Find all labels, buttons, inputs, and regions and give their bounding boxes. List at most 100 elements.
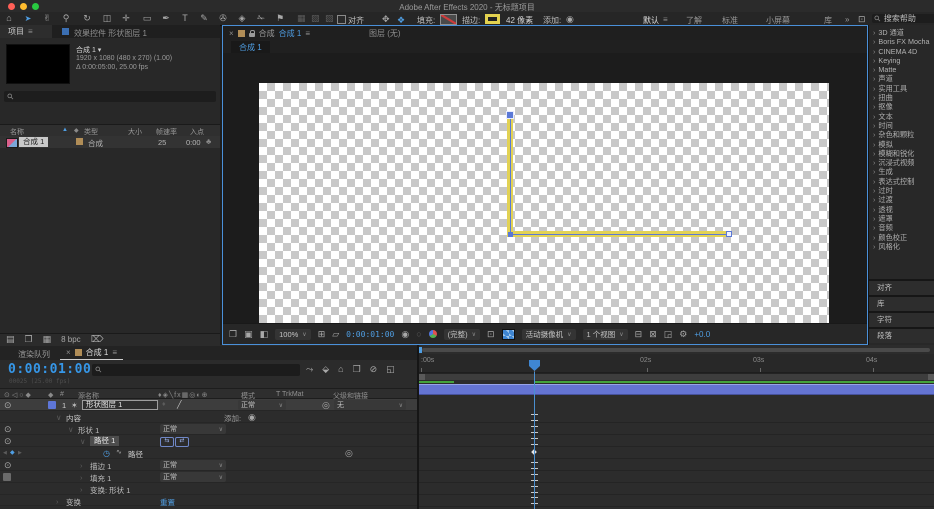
effect-category-item[interactable]: CINEMA 4D: [869, 47, 934, 56]
effect-category-item[interactable]: 沉浸式视频: [869, 158, 934, 167]
effect-category-item[interactable]: 过时: [869, 186, 934, 195]
pixel-aspect-correction-icon[interactable]: ⊟: [635, 329, 643, 339]
timeline-navigator-bar[interactable]: [422, 348, 930, 352]
next-keyframe-icon[interactable]: ▶: [18, 450, 22, 456]
expression-icon[interactable]: ◎: [345, 448, 353, 458]
draft-3d-icon[interactable]: ⬙: [322, 365, 329, 374]
resolution-dropdown[interactable]: (完整): [443, 328, 481, 340]
path-group-name-selected[interactable]: 路径 1: [90, 436, 120, 446]
shape-blend-mode-dropdown[interactable]: 正常: [160, 424, 226, 434]
effect-category-item[interactable]: 抠像: [869, 102, 934, 111]
current-timecode[interactable]: 0:00:01:00: [8, 362, 91, 377]
caret-closed-icon[interactable]: ›: [80, 461, 83, 470]
workspace-switcher-icon[interactable]: ⊡: [858, 15, 866, 24]
composition-canvas[interactable]: [259, 83, 829, 323]
current-time-indicator-line[interactable]: [534, 372, 535, 509]
effect-category-item[interactable]: 模拟: [869, 140, 934, 149]
zoom-tool[interactable]: ⚲: [59, 14, 73, 23]
tab-timeline-comp[interactable]: 合成 1: [60, 346, 124, 360]
tab-effect-controls[interactable]: 效果控件 形状图层 1: [74, 28, 147, 39]
effect-category-item[interactable]: 3D 通道: [869, 28, 934, 37]
caret-open-icon[interactable]: ∨: [80, 437, 86, 446]
flowchart-icon[interactable]: ⚙: [679, 329, 687, 339]
column-index[interactable]: #: [60, 391, 64, 398]
layer-blend-mode-dropdown[interactable]: 正常: [238, 400, 286, 410]
type-tool[interactable]: T: [178, 14, 192, 23]
magnification-dropdown[interactable]: 100%: [275, 328, 311, 340]
frame-blending-icon[interactable]: ❒: [353, 365, 361, 374]
snap-align-checkbox[interactable]: [337, 15, 346, 24]
eraser-tool[interactable]: ◈: [235, 14, 249, 23]
viewer-comp-name[interactable]: 合成 1: [279, 28, 302, 39]
sort-ascending-icon[interactable]: ▲: [62, 127, 68, 133]
tab-layer-viewer[interactable]: 图层 (无): [369, 28, 401, 39]
layer-duration-bar[interactable]: [419, 384, 934, 395]
delete-item-icon[interactable]: ⌦: [91, 335, 104, 344]
path-vertex-selected[interactable]: [506, 111, 514, 119]
orbit-camera-tool[interactable]: ↻: [80, 14, 94, 23]
timeline-search-field[interactable]: ⚲: [92, 364, 300, 376]
effect-category-item[interactable]: 音频: [869, 223, 934, 232]
navigator-start-handle[interactable]: [419, 347, 422, 353]
layer-name-field[interactable]: 形状图层 1: [82, 400, 158, 410]
work-area-bar[interactable]: [419, 373, 934, 380]
parent-link-dropdown[interactable]: 无: [334, 400, 406, 410]
effect-category-item[interactable]: Keying: [869, 56, 934, 65]
fill-blend-mode-dropdown[interactable]: 正常: [160, 472, 226, 482]
roto-brush-tool[interactable]: ✁: [254, 14, 268, 23]
close-tab-icon[interactable]: [66, 348, 71, 357]
share-view-icon[interactable]: ◧: [260, 329, 269, 339]
effect-category-item[interactable]: 遮罩: [869, 214, 934, 223]
effect-category-item[interactable]: 表达式控制: [869, 177, 934, 186]
exposure-value[interactable]: +0.0: [694, 330, 710, 339]
column-trkmat[interactable]: T TrkMat: [276, 391, 303, 398]
caret-closed-icon[interactable]: ›: [80, 473, 83, 482]
graph-include-icon[interactable]: ∿: [116, 449, 122, 456]
comp-info-title[interactable]: 合成 1 ▾: [76, 45, 101, 55]
stroke-color-swatch[interactable]: [485, 14, 500, 24]
effect-category-item[interactable]: 时间: [869, 121, 934, 130]
collapsed-panel-header[interactable]: 对齐: [869, 279, 934, 295]
effect-category-item[interactable]: 扭曲: [869, 93, 934, 102]
caret-closed-icon[interactable]: ›: [56, 497, 59, 506]
panel-menu-icon[interactable]: [112, 348, 117, 357]
effect-category-item[interactable]: 实用工具: [869, 84, 934, 93]
effect-category-item[interactable]: 风格化: [869, 242, 934, 251]
label-color-swatch[interactable]: [76, 138, 83, 145]
snapshot-icon[interactable]: ◉: [401, 329, 409, 339]
brush-tool[interactable]: ✎: [197, 14, 211, 23]
transform-reset-link[interactable]: 重置: [160, 497, 175, 508]
group-row-transform[interactable]: › 变换 重置: [0, 495, 417, 508]
effect-category-item[interactable]: 透视: [869, 205, 934, 214]
caret-open-icon[interactable]: ∨: [56, 413, 62, 422]
panel-menu-icon[interactable]: [305, 29, 310, 38]
collapsed-panel-header[interactable]: 库: [869, 295, 934, 311]
effect-category-item[interactable]: 过渡: [869, 195, 934, 204]
property-row-path[interactable]: ◀ ◆ ▶ ◷ ∿ 路径 ◎: [0, 447, 417, 459]
effect-category-item[interactable]: 颜色校正: [869, 233, 934, 242]
fast-previews-icon[interactable]: ⊠: [649, 329, 657, 339]
grid-guides-icon[interactable]: ⊞: [318, 329, 326, 339]
view-layout-dropdown[interactable]: 1 个视图: [582, 328, 628, 340]
project-search-field[interactable]: ⚲: [4, 91, 216, 102]
new-composition-icon[interactable]: ▦: [43, 335, 52, 344]
stroke-blend-mode-dropdown[interactable]: 正常: [160, 460, 226, 470]
eye-icon[interactable]: ⊙: [4, 425, 12, 434]
viewer-timecode[interactable]: 0:00:01:00: [346, 330, 394, 339]
new-folder-icon[interactable]: ❐: [25, 335, 33, 344]
path-vertex-end[interactable]: [726, 231, 732, 237]
transparency-grid-icon[interactable]: [501, 328, 515, 340]
hide-shy-layers-icon[interactable]: ⌂: [338, 365, 343, 374]
always-preview-icon[interactable]: ❐: [229, 329, 237, 339]
eye-icon[interactable]: ⊙: [4, 437, 12, 446]
project-item-name[interactable]: 合成 1: [19, 137, 49, 147]
interpret-footage-icon[interactable]: ▤: [6, 335, 15, 344]
project-item-row[interactable]: 合成 1 合成 25 0:00 ♣: [0, 136, 220, 148]
collapsed-panel-header[interactable]: 段落: [869, 327, 934, 343]
active-camera-dropdown[interactable]: 活动摄像机: [521, 328, 576, 340]
help-search-box[interactable]: ⚲ 搜索帮助: [872, 13, 934, 23]
path-direction-icon[interactable]: ⇆: [160, 437, 174, 447]
workspace-overflow-chevron[interactable]: »: [845, 15, 849, 24]
clone-stamp-tool[interactable]: ✇: [216, 14, 230, 23]
collapsed-panel-header[interactable]: 字符: [869, 311, 934, 327]
